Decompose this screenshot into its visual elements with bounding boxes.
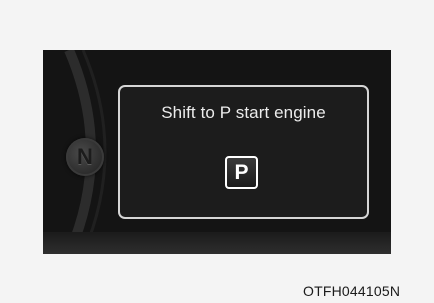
figure-code: OTFH044105N (303, 283, 401, 299)
warning-message: Shift to P start engine (161, 103, 326, 122)
gear-n-indicator-icon: N (66, 138, 104, 176)
gear-indicator-label: N (77, 144, 93, 169)
bottom-strip (43, 232, 391, 254)
message-popup: Shift to P start engine P (118, 85, 369, 219)
cluster-display: N Shift to P start engine P (43, 50, 391, 254)
park-p-icon: P (225, 156, 258, 189)
p-icon-label: P (234, 160, 249, 184)
